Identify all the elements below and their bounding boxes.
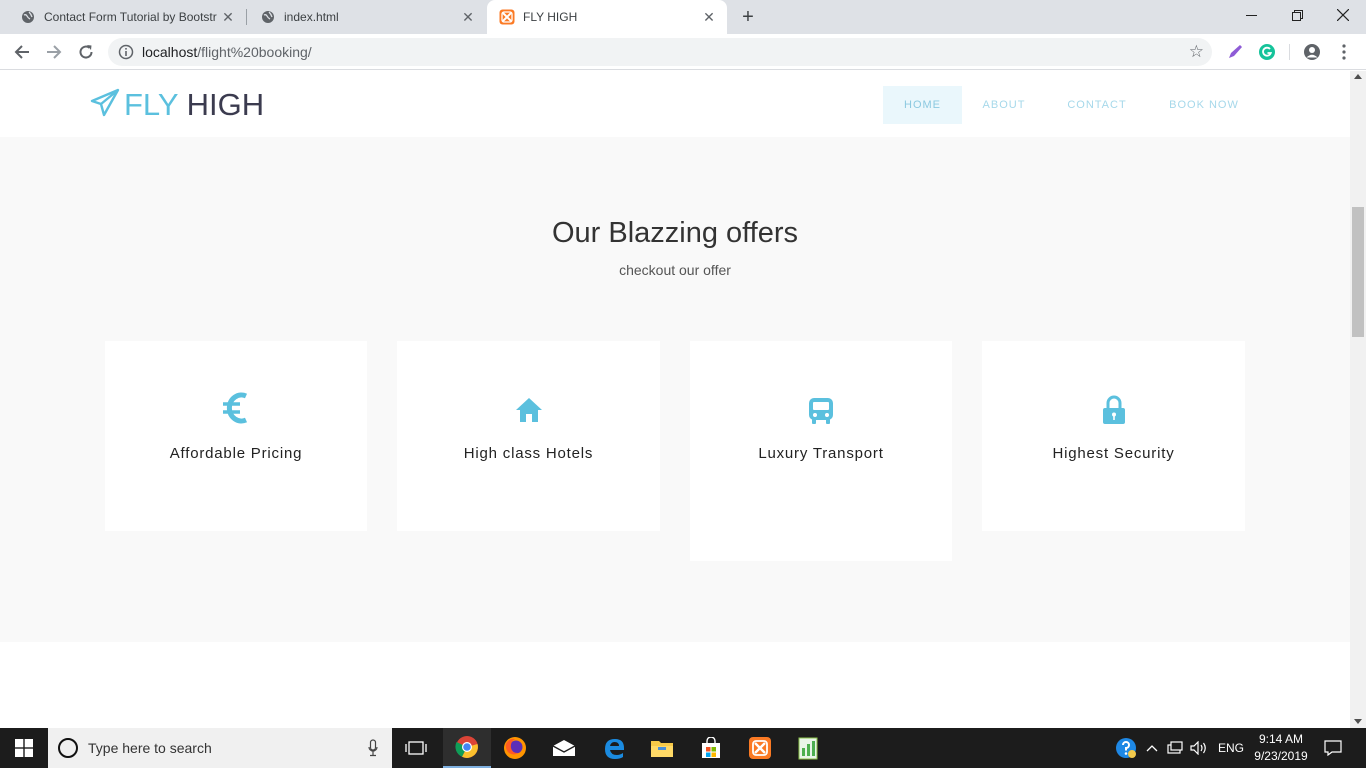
pen-extension-icon[interactable] — [1225, 42, 1245, 62]
system-clock[interactable]: 9:14 AM 9/23/2019 — [1248, 731, 1314, 765]
bus-icon — [690, 397, 952, 425]
site-navbar: FLY HIGH HOME ABOUT CONTACT BOOK NOW — [0, 71, 1350, 137]
tab-contact-form[interactable]: Contact Form Tutorial by Bootstr ✕ — [0, 0, 246, 34]
paper-plane-icon — [90, 88, 120, 123]
search-placeholder: Type here to search — [88, 740, 212, 756]
profile-avatar-icon[interactable] — [1302, 42, 1322, 62]
notifications-icon[interactable] — [1320, 728, 1346, 768]
clock-date: 9/23/2019 — [1254, 749, 1308, 763]
url-text: localhost/flight%20booking/ — [142, 44, 312, 60]
taskbar-search-box[interactable]: Type here to search — [48, 728, 392, 768]
microphone-icon[interactable] — [368, 739, 378, 757]
browser-toolbar: localhost/flight%20booking/ ☆ — [0, 34, 1366, 70]
sublime-notepad-icon[interactable] — [784, 728, 832, 768]
scroll-up-arrow-icon[interactable] — [1354, 74, 1362, 79]
mail-icon[interactable] — [540, 728, 588, 768]
bookmark-star-icon[interactable]: ☆ — [1189, 42, 1204, 62]
offer-card-label: Affordable Pricing — [169, 445, 303, 462]
logo-high: HIGH — [186, 87, 265, 122]
tab-fly-high[interactable]: FLY HIGH ✕ — [487, 0, 727, 34]
windows-taskbar: Type here to search ENG 9:14 AM 9/23/201… — [0, 728, 1366, 768]
offer-card-transport[interactable]: Luxury Transport — [690, 341, 952, 561]
offers-section: Our Blazzing offers checkout our offer A… — [0, 137, 1350, 642]
tab-title: Contact Form Tutorial by Bootstr — [44, 10, 217, 24]
nav-home[interactable]: HOME — [883, 86, 962, 124]
close-window-icon[interactable] — [1320, 0, 1366, 30]
xampp-icon — [499, 9, 515, 25]
store-icon[interactable] — [687, 728, 735, 768]
offer-card-label: High class Hotels — [463, 445, 594, 462]
restore-icon[interactable] — [1274, 0, 1320, 30]
euro-icon — [105, 391, 367, 425]
logo-text: FLY HIGH — [124, 87, 264, 123]
logo-fly: FLY — [124, 87, 178, 122]
volume-icon[interactable] — [1188, 728, 1210, 768]
offers-title: Our Blazzing offers — [551, 217, 799, 249]
offer-card-label: Highest Security — [1052, 445, 1175, 462]
scroll-down-arrow-icon[interactable] — [1354, 719, 1362, 724]
new-tab-button[interactable]: + — [736, 6, 760, 28]
back-arrow-icon[interactable] — [10, 40, 34, 64]
lock-icon — [982, 395, 1245, 425]
scrollbar-thumb[interactable] — [1352, 207, 1364, 337]
offer-card-label: Luxury Transport — [758, 445, 884, 462]
url-host: localhost — [142, 44, 198, 60]
network-icon[interactable] — [1164, 728, 1186, 768]
reload-icon[interactable] — [74, 40, 98, 64]
tab-title: index.html — [284, 10, 339, 24]
close-tab-icon[interactable]: ✕ — [701, 9, 717, 25]
clock-time: 9:14 AM — [1258, 732, 1304, 746]
page-viewport: FLY HIGH HOME ABOUT CONTACT BOOK NOW Our… — [0, 71, 1350, 728]
offer-card-security[interactable]: Highest Security — [982, 341, 1245, 531]
page-scrollbar[interactable] — [1350, 71, 1366, 728]
edge-icon[interactable] — [590, 728, 638, 768]
offers-subtitle: checkout our offer — [619, 262, 731, 278]
close-tab-icon[interactable]: ✕ — [220, 9, 236, 25]
globe-icon — [20, 9, 36, 25]
cortana-icon — [58, 738, 78, 758]
site-info-icon[interactable] — [118, 44, 134, 60]
windows-start-icon[interactable] — [0, 728, 48, 768]
file-explorer-icon[interactable] — [638, 728, 686, 768]
tab-index-html[interactable]: index.html ✕ — [240, 0, 486, 34]
language-indicator[interactable]: ENG — [1214, 728, 1248, 768]
close-tab-icon[interactable]: ✕ — [460, 9, 476, 25]
tab-title: FLY HIGH — [523, 10, 578, 24]
grammarly-icon[interactable] — [1257, 42, 1277, 62]
nav-book-now[interactable]: BOOK NOW — [1154, 86, 1254, 124]
url-path: /flight%20booking/ — [197, 44, 312, 60]
show-hidden-icons-chevron-icon[interactable] — [1143, 728, 1161, 768]
globe-icon — [260, 9, 276, 25]
menu-kebab-icon[interactable] — [1334, 42, 1354, 62]
nav-about[interactable]: ABOUT — [968, 86, 1040, 124]
toolbar-divider — [1289, 44, 1290, 60]
chrome-icon[interactable] — [443, 728, 491, 768]
task-view-icon[interactable] — [392, 728, 440, 768]
home-icon — [397, 397, 660, 423]
help-tray-icon[interactable] — [1112, 728, 1140, 768]
forward-arrow-icon[interactable] — [42, 40, 66, 64]
tab-strip: Contact Form Tutorial by Bootstr ✕ index… — [0, 0, 1366, 34]
nav-contact[interactable]: CONTACT — [1052, 86, 1142, 124]
address-bar[interactable]: localhost/flight%20booking/ ☆ — [108, 38, 1212, 66]
offer-card-pricing[interactable]: Affordable Pricing — [105, 341, 367, 531]
minimize-icon[interactable] — [1228, 0, 1274, 30]
site-logo[interactable]: FLY HIGH — [90, 87, 264, 123]
xampp-taskbar-icon[interactable] — [736, 728, 784, 768]
offer-card-hotels[interactable]: High class Hotels — [397, 341, 660, 531]
firefox-icon[interactable] — [491, 728, 539, 768]
